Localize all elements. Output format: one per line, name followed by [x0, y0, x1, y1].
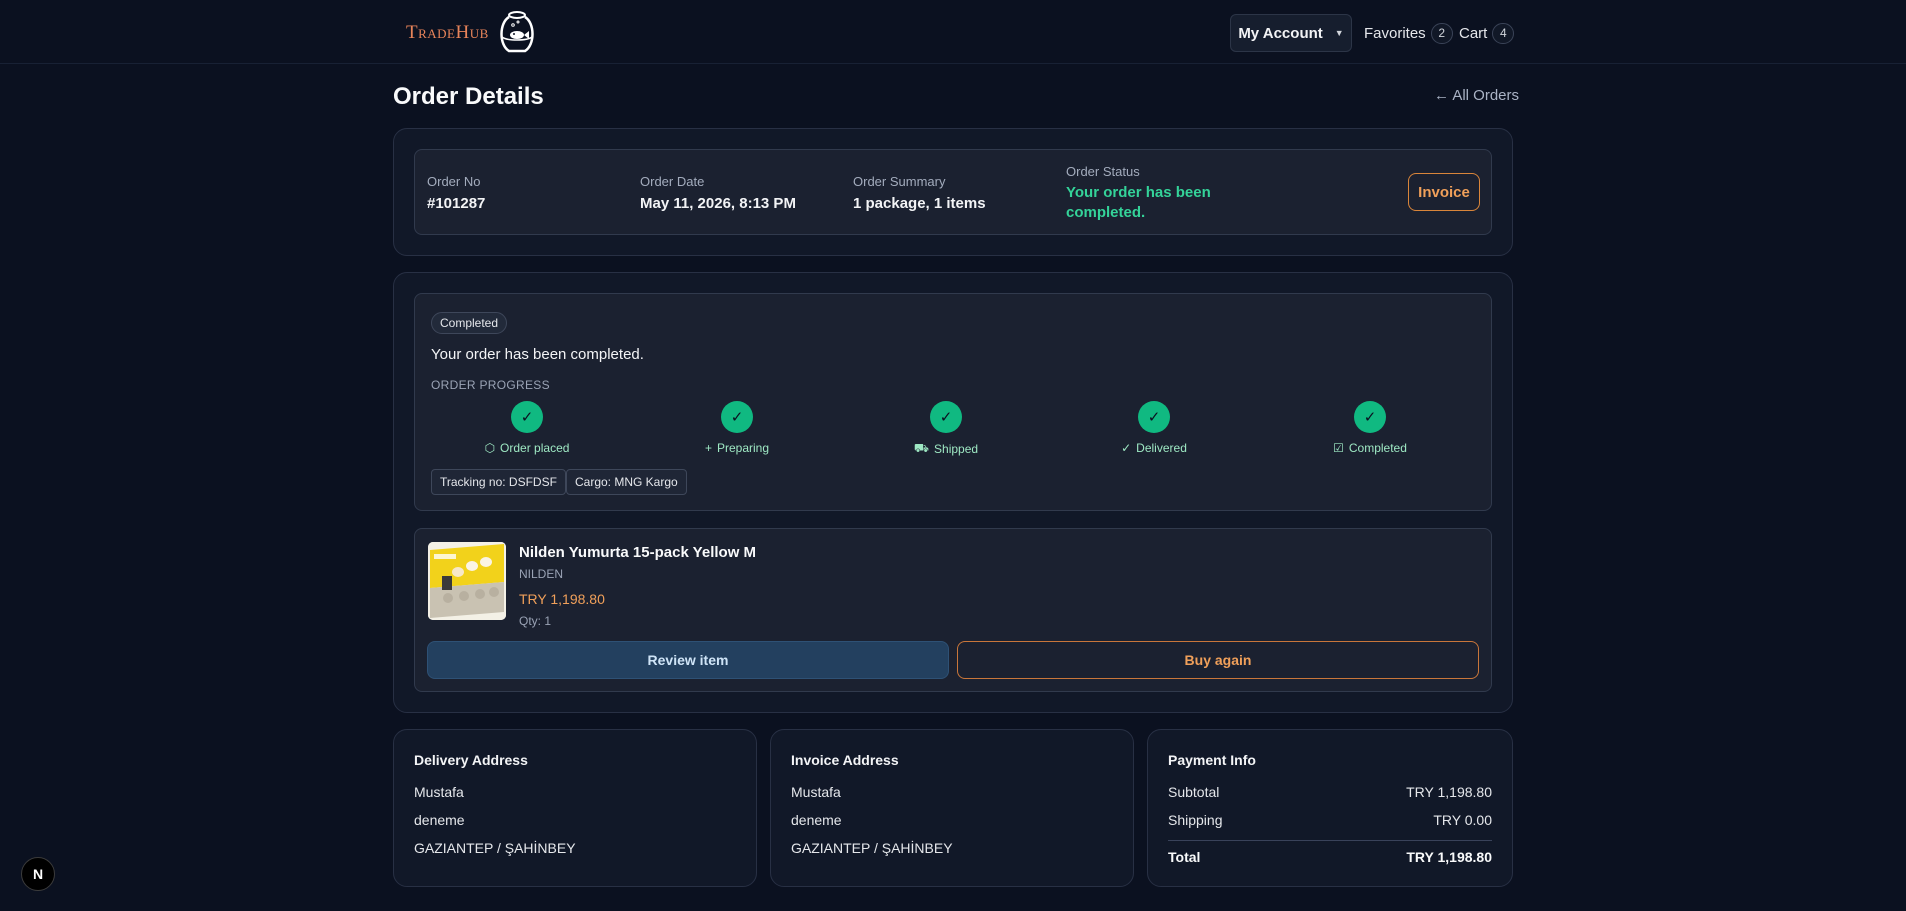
total-value: TRY 1,198.80 — [1406, 849, 1492, 865]
step-preparing: ✓ + Preparing — [657, 401, 817, 455]
shipping-value: TRY 0.00 — [1433, 812, 1492, 828]
cart-count-badge: 4 — [1492, 23, 1515, 44]
check-square-icon: ☑ — [1333, 441, 1344, 455]
order-summary-label: Order Summary — [853, 174, 946, 189]
top-navbar: TradeHub My Account ▼ Favorites 2 Cart 4 — [0, 0, 1906, 64]
favorites-link[interactable]: Favorites 2 — [1364, 23, 1453, 44]
subtotal-label: Subtotal — [1168, 784, 1220, 800]
check-icon: ✓ — [1121, 441, 1132, 455]
egg-carton-image — [428, 542, 506, 620]
truck-icon: ⛟ — [913, 441, 930, 455]
step-check-icon: ✓ — [721, 401, 753, 433]
step-label: Shipped — [934, 442, 979, 456]
product-panel: Nilden Yumurta 15-pack Yellow M NILDEN T… — [414, 528, 1492, 692]
box-icon: ⬡ — [484, 441, 496, 455]
product-image[interactable] — [428, 542, 506, 620]
order-summary-block: Order Summary 1 package, 1 items — [853, 174, 986, 212]
invoice-name: Mustafa — [791, 784, 841, 800]
fishbowl-icon — [500, 11, 534, 53]
step-check-icon: ✓ — [930, 401, 962, 433]
logo-text: TradeHub — [406, 22, 489, 43]
step-check-icon: ✓ — [1354, 401, 1386, 433]
delivery-address-card: Delivery Address Mustafa deneme GAZIANTE… — [393, 729, 757, 887]
product-brand: NILDEN — [519, 567, 564, 581]
review-item-button[interactable]: Review item — [427, 641, 949, 679]
logo[interactable]: TradeHub — [406, 10, 541, 56]
shipping-row: Shipping TRY 0.00 — [1168, 812, 1492, 828]
delivery-name: Mustafa — [414, 784, 464, 800]
order-progress-card: Completed Your order has been completed.… — [393, 272, 1513, 713]
order-summary-card: Order No #101287 Order Date May 11, 2026… — [393, 128, 1513, 256]
progress-panel: Completed Your order has been completed.… — [414, 293, 1492, 511]
step-order-placed: ✓ ⬡ Order placed — [447, 401, 607, 455]
invoice-address-title: Invoice Address — [791, 752, 899, 768]
order-no-label: Order No — [427, 174, 481, 189]
total-label: Total — [1168, 849, 1201, 865]
order-date-block: Order Date May 11, 2026, 8:13 PM — [640, 174, 796, 212]
payment-divider — [1168, 840, 1492, 841]
tracking-chip: Tracking no: DSFDSF — [431, 469, 566, 495]
product-price: TRY 1,198.80 — [519, 591, 605, 607]
total-row: Total TRY 1,198.80 — [1168, 849, 1492, 865]
delivery-line: deneme — [414, 812, 465, 828]
status-badge: Completed — [431, 312, 508, 334]
step-check-icon: ✓ — [1138, 401, 1170, 433]
cart-link[interactable]: Cart 4 — [1459, 23, 1515, 44]
subtotal-row: Subtotal TRY 1,198.80 — [1168, 784, 1492, 800]
step-label: Order placed — [500, 441, 570, 455]
invoice-button[interactable]: Invoice — [1408, 173, 1480, 211]
favorites-label: Favorites — [1364, 25, 1426, 42]
all-orders-link[interactable]: ← All Orders — [1434, 87, 1519, 104]
order-status-value: Your order has been completed. — [1066, 184, 1211, 221]
dev-tools-button[interactable]: N — [21, 857, 55, 891]
plus-icon: + — [704, 441, 712, 455]
step-check-icon: ✓ — [511, 401, 543, 433]
order-no-block: Order No #101287 — [427, 174, 485, 212]
cargo-chip: Cargo: MNG Kargo — [566, 469, 687, 495]
step-shipped: ✓ ⛟ Shipped — [866, 401, 1026, 457]
order-no-value: #101287 — [427, 195, 486, 212]
order-summary-panel: Order No #101287 Order Date May 11, 2026… — [414, 149, 1492, 235]
delivery-address-title: Delivery Address — [414, 752, 528, 768]
invoice-address-card: Invoice Address Mustafa deneme GAZIANTEP… — [770, 729, 1134, 887]
order-date-label: Order Date — [640, 174, 705, 189]
buy-again-button[interactable]: Buy again — [957, 641, 1479, 679]
invoice-city: GAZIANTEP / ŞAHİNBEY — [791, 840, 953, 856]
step-completed: ✓ ☑ Completed — [1290, 401, 1450, 455]
product-qty: Qty: 1 — [519, 614, 552, 628]
subtotal-value: TRY 1,198.80 — [1406, 784, 1492, 800]
my-account-button[interactable]: My Account ▼ — [1230, 14, 1352, 52]
order-summary-value: 1 package, 1 items — [853, 195, 986, 212]
status-message: Your order has been completed. — [431, 346, 644, 363]
favorites-count-badge: 2 — [1430, 23, 1453, 44]
step-label: Completed — [1348, 441, 1407, 455]
page-title: Order Details — [393, 83, 544, 110]
cart-label: Cart — [1459, 25, 1488, 42]
invoice-line: deneme — [791, 812, 842, 828]
progress-section-label: ORDER PROGRESS — [431, 378, 550, 392]
step-delivered: ✓ ✓ Delivered — [1074, 401, 1234, 455]
delivery-city: GAZIANTEP / ŞAHİNBEY — [414, 840, 576, 856]
shipping-label: Shipping — [1168, 812, 1223, 828]
step-label: Preparing — [716, 441, 770, 455]
payment-info-card: Payment Info Subtotal TRY 1,198.80 Shipp… — [1147, 729, 1513, 887]
step-label: Delivered — [1136, 441, 1187, 455]
payment-info-title: Payment Info — [1168, 752, 1256, 768]
order-status-block: Order Status Your order has been complet… — [1066, 164, 1216, 223]
order-status-label: Order Status — [1066, 164, 1140, 179]
order-date-value: May 11, 2026, 8:13 PM — [640, 195, 796, 212]
my-account-label: My Account — [1238, 24, 1323, 42]
product-name[interactable]: Nilden Yumurta 15-pack Yellow M — [519, 544, 756, 561]
caret-down-icon: ▼ — [1334, 28, 1344, 38]
